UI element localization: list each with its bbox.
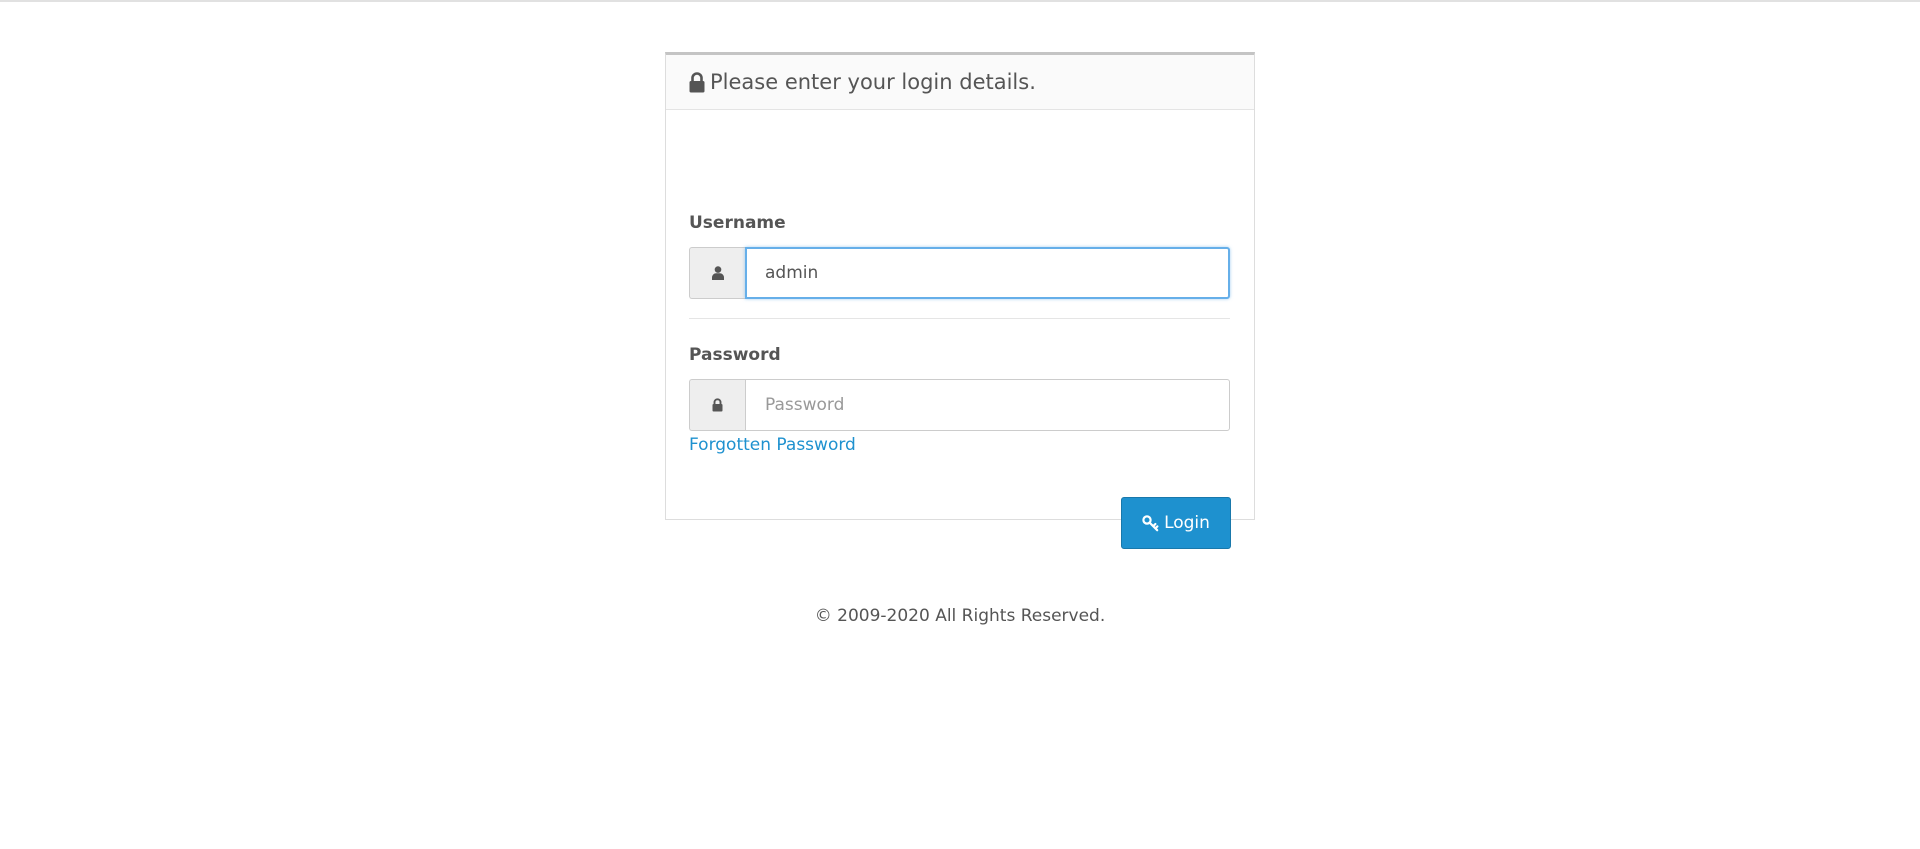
user-icon — [711, 266, 724, 280]
lock-icon — [689, 71, 705, 93]
username-addon — [689, 247, 745, 299]
login-panel-heading: Please enter your login details. — [666, 55, 1254, 110]
login-panel: Please enter your login details. Usernam… — [665, 52, 1255, 549]
login-button-label: Login — [1164, 513, 1210, 533]
form-divider — [689, 318, 1230, 319]
lock-icon — [712, 398, 723, 412]
username-label: Username — [689, 213, 786, 233]
forgotten-password-link[interactable]: Forgotten Password — [689, 435, 856, 455]
password-input[interactable] — [745, 379, 1230, 431]
key-icon — [1142, 514, 1159, 532]
password-addon — [689, 379, 745, 431]
login-panel-title: Please enter your login details. — [689, 70, 1036, 94]
login-panel-title-text: Please enter your login details. — [710, 70, 1036, 94]
footer-copyright: © 2009-2020 All Rights Reserved. — [814, 606, 1106, 626]
username-input-group — [689, 247, 1230, 299]
password-label: Password — [689, 345, 781, 365]
top-rule — [0, 0, 1920, 2]
username-input[interactable] — [745, 247, 1230, 299]
login-button[interactable]: Login — [1121, 497, 1231, 549]
password-input-group — [689, 379, 1230, 431]
